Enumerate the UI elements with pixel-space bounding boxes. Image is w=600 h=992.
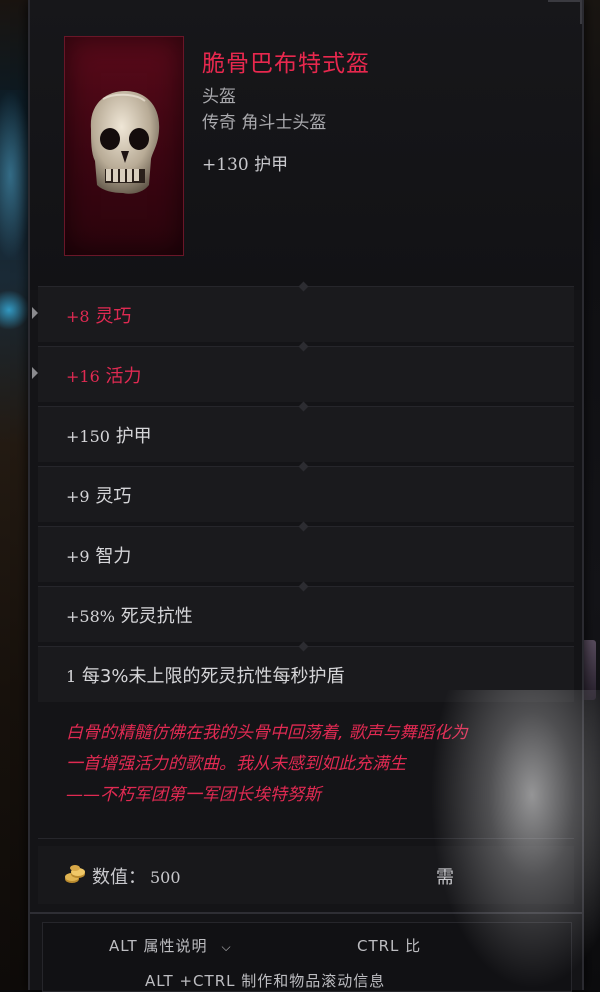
stat-label: 活力 [105,366,142,387]
alt-hint-label: ALT 属性说明 [109,937,208,955]
lore-text: 白骨的精髓仿佛在我的头骨中回荡着, 歌声与舞蹈化为 一首增强活力的歌曲。我从未感… [66,718,566,811]
alt-ctrl-hint[interactable]: ALT +CTRL 制作和物品滚动信息 [145,970,385,991]
value-amount: 500 [150,868,181,887]
tooltip-footer: ALT 属性说明 ⌵ CTRL 比 ALT +CTRL 制作和物品滚动信息 [42,922,572,992]
arrow-right-icon [32,367,38,379]
divider-diamond [298,341,309,352]
divider-diamond [298,521,309,532]
skull-helmet-icon [90,91,160,194]
alt-hint[interactable]: ALT 属性说明 ⌵ [109,935,232,956]
item-tooltip: 脆骨巴布特式盔 头盔 传奇 角斗士头盔 +130 护甲 +8 灵巧 +16 活力… [28,0,584,992]
lore-attribution: ——不朽军团第一军团长埃特努斯 [66,785,321,805]
item-type: 头盔 [202,87,236,107]
stat-text: 1 每3%未上限的死灵抗性每秒护盾 [66,662,344,688]
stat-row[interactable]: +150 护甲 [38,401,574,462]
item-icon-frame[interactable] [64,36,184,256]
divider [30,912,582,914]
stat-label: 死灵抗性 [120,606,193,627]
lore-line: 白骨的精髓仿佛在我的头骨中回荡着, 歌声与舞蹈化为 [66,723,468,743]
stat-label: 每3%未上限的死灵抗性每秒护盾 [81,666,345,687]
gold-coins-icon [65,865,85,883]
stat-text: +150 护甲 [66,422,152,448]
requirement-label: 需 [436,867,454,888]
stat-label: 灵巧 [95,486,132,507]
stat-value: +9 [66,547,90,566]
stat-row[interactable]: +58% 死灵抗性 [38,581,574,642]
tooltip-header: 脆骨巴布特式盔 头盔 传奇 角斗士头盔 +130 护甲 [30,0,582,290]
arrow-right-icon [32,307,38,319]
stat-value: +8 [66,307,90,326]
divider [38,838,574,839]
lore-line: 一首增强活力的歌曲。我从未感到如此充满生 [66,754,406,774]
divider-diamond [298,581,309,592]
item-rarity: 传奇 角斗士头盔 [202,113,327,133]
value-label: 数值： [92,867,146,888]
value-text: 数值： 500 [92,863,181,889]
stats-list: +8 灵巧 +16 活力 +150 护甲 +9 灵巧 +9 智力 +58% 死灵… [32,281,574,706]
stat-text: +58% 死灵抗性 [66,602,193,628]
stat-text: +16 活力 [66,362,142,388]
divider-diamond [298,461,309,472]
stat-value: +150 [66,427,110,446]
chevron-down-icon: ⌵ [221,940,232,954]
stat-text: +9 灵巧 [66,482,131,508]
background-glow-blue [0,290,30,330]
stat-text: +9 智力 [66,542,131,568]
stat-label: 灵巧 [95,306,132,327]
divider-diamond [298,641,309,652]
stat-row[interactable]: +16 活力 [32,341,574,402]
stat-row[interactable]: +8 灵巧 [32,281,574,342]
item-base-armor: +130 护甲 [202,155,289,175]
stat-text: +8 灵巧 [66,302,131,328]
stat-row[interactable]: +9 灵巧 [38,461,574,522]
stat-value: +9 [66,487,90,506]
item-name: 脆骨巴布特式盔 [202,51,370,77]
corner-decoration [548,0,582,24]
value-row: 数值： 500 需 [38,846,574,904]
stat-row[interactable]: +9 智力 [38,521,574,582]
stat-label: 智力 [95,546,132,567]
stat-value: +16 [66,367,100,386]
ctrl-hint[interactable]: CTRL 比 [357,935,421,956]
stat-row[interactable]: 1 每3%未上限的死灵抗性每秒护盾 [38,641,574,702]
stat-value: 1 [66,667,77,686]
stat-label: 护甲 [115,426,152,447]
divider-diamond [298,401,309,412]
stat-value: +58% [66,607,115,626]
